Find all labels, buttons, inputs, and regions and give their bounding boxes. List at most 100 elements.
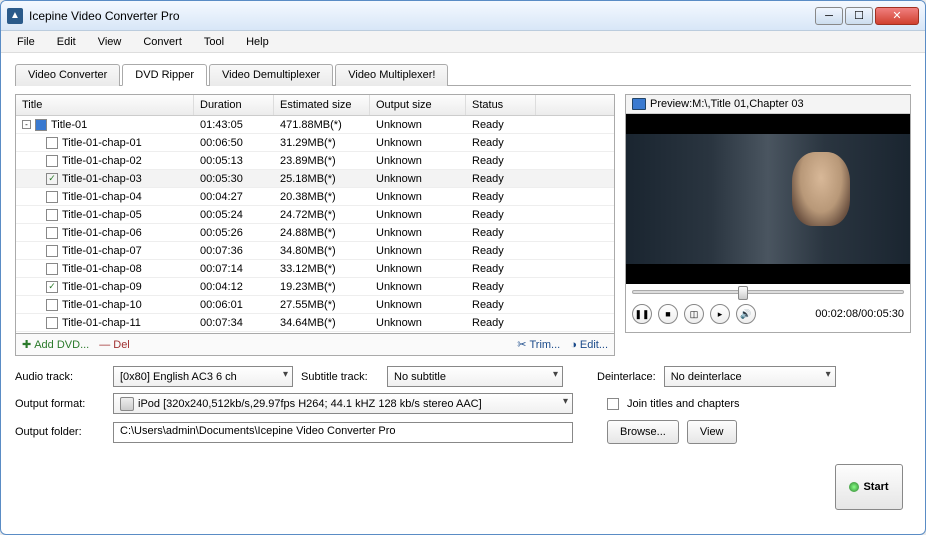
cell-out: Unknown <box>370 280 466 294</box>
ipod-icon <box>120 397 134 411</box>
column-header[interactable]: Estimated size <box>274 95 370 115</box>
tab-video-demultiplexer[interactable]: Video Demultiplexer <box>209 64 333 86</box>
subtitle-track-select[interactable]: No subtitle <box>387 366 563 387</box>
column-header[interactable]: Output size <box>370 95 466 115</box>
start-button[interactable]: Start <box>835 464 903 510</box>
tab-bar: Video ConverterDVD RipperVideo Demultipl… <box>15 63 911 86</box>
cell-est: 25.18MB(*) <box>274 172 370 186</box>
table-row[interactable]: Title-01-chap-0400:04:2720.38MB(*)Unknow… <box>16 188 614 206</box>
cell-est: 19.23MB(*) <box>274 280 370 294</box>
row-checkbox[interactable] <box>46 245 58 257</box>
row-title: Title-01-chap-02 <box>62 155 142 167</box>
add-dvd-button[interactable]: ✚ Add DVD... <box>22 338 89 351</box>
maximize-button[interactable]: ☐ <box>845 7 873 25</box>
table-body[interactable]: -Title-0101:43:05471.88MB(*)UnknownReady… <box>16 116 614 333</box>
seek-thumb[interactable] <box>738 286 748 300</box>
row-checkbox[interactable] <box>46 137 58 149</box>
table-row[interactable]: Title-01-chap-0800:07:1433.12MB(*)Unknow… <box>16 260 614 278</box>
step-button[interactable]: ▸ <box>710 304 730 324</box>
pause-button[interactable]: ❚❚ <box>632 304 652 324</box>
cell-dur: 00:06:01 <box>194 298 274 312</box>
table-row[interactable]: Title-01-chap-1100:07:3434.64MB(*)Unknow… <box>16 314 614 332</box>
cell-dur: 00:04:12 <box>194 280 274 294</box>
table-row[interactable]: Title-01-chap-0500:05:2424.72MB(*)Unknow… <box>16 206 614 224</box>
table-row[interactable]: Title-01-chap-0100:06:5031.29MB(*)Unknow… <box>16 134 614 152</box>
minimize-button[interactable]: ─ <box>815 7 843 25</box>
cell-out: Unknown <box>370 154 466 168</box>
cell-stat: Ready <box>466 190 536 204</box>
tree-toggle[interactable]: - <box>22 120 31 129</box>
row-title: Title-01 <box>51 119 87 131</box>
tab-video-converter[interactable]: Video Converter <box>15 64 120 86</box>
seek-slider[interactable] <box>632 290 904 294</box>
row-checkbox[interactable]: ✓ <box>46 281 58 293</box>
delete-button[interactable]: — Del <box>99 339 130 351</box>
table-row[interactable]: ✓ Title-01-chap-03 00:05:3025.18MB(*)Unkno… <box>16 170 614 188</box>
table-row[interactable]: Title-01-chap-0200:05:1323.89MB(*)Unknow… <box>16 152 614 170</box>
table-row[interactable]: ✓Title-01-chap-0900:04:1219.23MB(*)Unkno… <box>16 278 614 296</box>
view-button[interactable]: View <box>687 420 737 444</box>
trim-button[interactable]: ✂ Trim... <box>517 338 560 351</box>
cell-out: Unknown <box>370 136 466 150</box>
column-header[interactable]: Title <box>16 95 194 115</box>
menu-help[interactable]: Help <box>236 34 279 50</box>
app-window: ▲ Icepine Video Converter Pro ─ ☐ ✕ File… <box>0 0 926 535</box>
audio-track-select[interactable]: [0x80] English AC3 6 ch <box>113 366 293 387</box>
time-display: 00:02:08/00:05:30 <box>815 308 904 320</box>
deinterlace-label: Deinterlace: <box>597 371 656 383</box>
row-title: Title-01-chap-03 <box>62 173 142 185</box>
deinterlace-select[interactable]: No deinterlace <box>664 366 836 387</box>
browse-button[interactable]: Browse... <box>607 420 679 444</box>
table-row[interactable]: Title-01-chap-0600:05:2624.88MB(*)Unknow… <box>16 224 614 242</box>
cell-stat: Ready <box>466 208 536 222</box>
row-checkbox[interactable] <box>46 227 58 239</box>
row-checkbox[interactable] <box>46 317 58 329</box>
edit-button[interactable]: ◑ Edit... <box>570 339 608 351</box>
join-checkbox[interactable] <box>607 398 619 410</box>
column-header[interactable]: Duration <box>194 95 274 115</box>
cell-est: 33.12MB(*) <box>274 262 370 276</box>
menu-edit[interactable]: Edit <box>47 34 86 50</box>
row-title: Title-01-chap-10 <box>62 299 142 311</box>
row-checkbox[interactable] <box>46 191 58 203</box>
window-title: Icepine Video Converter Pro <box>29 9 815 23</box>
tab-video-multiplexer-[interactable]: Video Multiplexer! <box>335 64 448 86</box>
menu-tool[interactable]: Tool <box>194 34 234 50</box>
cell-est: 27.55MB(*) <box>274 298 370 312</box>
row-checkbox[interactable] <box>46 209 58 221</box>
row-checkbox[interactable] <box>46 155 58 167</box>
tab-dvd-ripper[interactable]: DVD Ripper <box>122 64 207 86</box>
cell-stat: Ready <box>466 262 536 276</box>
titlebar[interactable]: ▲ Icepine Video Converter Pro ─ ☐ ✕ <box>1 1 925 31</box>
cell-out: Unknown <box>370 190 466 204</box>
menu-view[interactable]: View <box>88 34 132 50</box>
cell-dur: 00:05:30 <box>194 172 274 186</box>
stop-button[interactable]: ■ <box>658 304 678 324</box>
table-row[interactable]: Title-01-chap-10 00:06:0127.55MB(*)Unknow… <box>16 296 614 314</box>
row-checkbox[interactable] <box>46 263 58 275</box>
cell-out: Unknown <box>370 244 466 258</box>
volume-button[interactable]: 🔊 <box>736 304 756 324</box>
row-checkbox[interactable]: ✓ <box>46 173 58 185</box>
row-checkbox[interactable] <box>46 299 58 311</box>
output-folder-input[interactable]: C:\Users\admin\Documents\Icepine Video C… <box>113 422 573 443</box>
cell-out: Unknown <box>370 172 466 186</box>
output-format-select[interactable]: iPod [320x240,512kb/s,29.97fps H264; 44.… <box>113 393 573 414</box>
cell-out: Unknown <box>370 298 466 312</box>
menu-file[interactable]: File <box>7 34 45 50</box>
table-row[interactable]: Title-01-chap-0700:07:3634.80MB(*)Unknow… <box>16 242 614 260</box>
table-toolbar: ✚ Add DVD... — Del ✂ Trim... ◑ Edit... <box>15 334 615 356</box>
title-table: TitleDurationEstimated sizeOutput sizeSt… <box>15 94 615 334</box>
video-display[interactable] <box>626 114 910 284</box>
table-row[interactable]: Title-01-chap-1200:05:3625.64MB(*)Unknow… <box>16 332 614 333</box>
cell-dur: 00:05:13 <box>194 154 274 168</box>
menubar: FileEditViewConvertToolHelp <box>1 31 925 53</box>
snapshot-button[interactable]: ◫ <box>684 304 704 324</box>
cell-stat: Ready <box>466 226 536 240</box>
column-header[interactable]: Status <box>466 95 536 115</box>
menu-convert[interactable]: Convert <box>133 34 192 50</box>
cell-est: 24.88MB(*) <box>274 226 370 240</box>
row-checkbox[interactable] <box>35 119 47 131</box>
close-button[interactable]: ✕ <box>875 7 919 25</box>
table-row[interactable]: -Title-0101:43:05471.88MB(*)UnknownReady <box>16 116 614 134</box>
